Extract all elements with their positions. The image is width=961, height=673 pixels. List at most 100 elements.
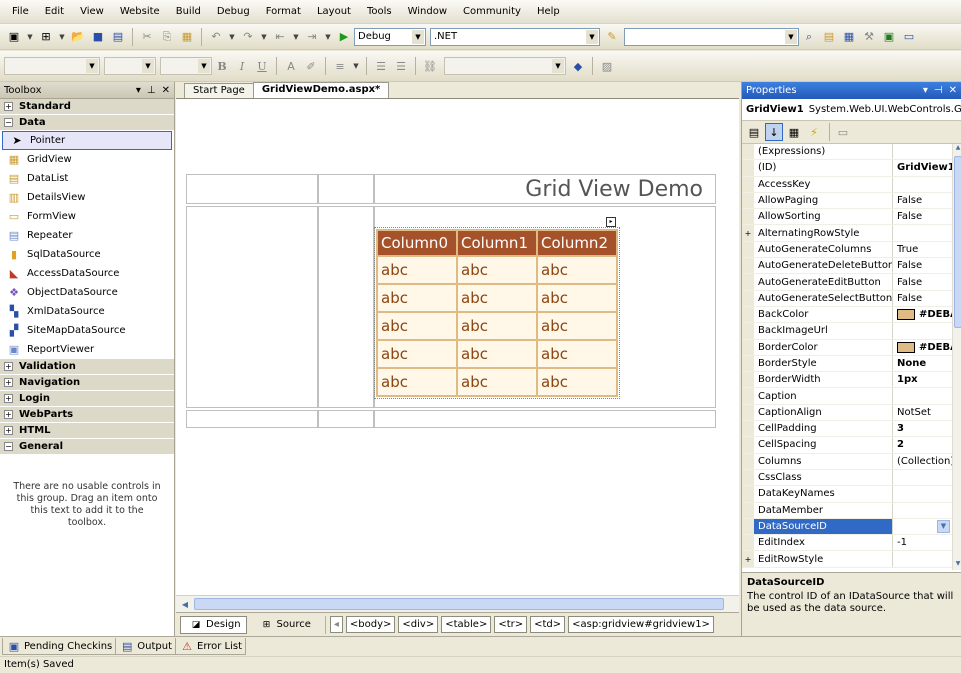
layout-cell[interactable]: [318, 174, 374, 204]
highlight-icon[interactable]: ✐: [303, 58, 319, 74]
save-all-icon[interactable]: ▤: [110, 29, 126, 45]
toolbox-item-reportviewer[interactable]: ▣ ReportViewer: [0, 340, 174, 359]
save-icon[interactable]: ■: [90, 29, 106, 45]
property-row[interactable]: Columns (Collection): [742, 453, 952, 470]
property-row[interactable]: CaptionAlign NotSet: [742, 404, 952, 422]
property-row[interactable]: AllowSorting False: [742, 209, 952, 226]
property-row[interactable]: AutoGenerateColumns True: [742, 241, 952, 259]
paste-icon[interactable]: ▦: [179, 29, 195, 45]
toolbox-category-validation[interactable]: + Validation: [0, 359, 174, 375]
property-value[interactable]: None: [893, 356, 952, 371]
properties-window-icon[interactable]: ▦: [841, 29, 857, 45]
smart-tag-icon[interactable]: ▸: [606, 217, 616, 227]
gridview-control[interactable]: Column0 Column1 Column2 abc abc abc abc abc…: [374, 227, 620, 399]
menu-website[interactable]: Website: [112, 0, 168, 24]
property-value[interactable]: False: [893, 274, 952, 289]
undo-icon[interactable]: ↶: [208, 29, 224, 45]
toolbox-category-standard[interactable]: + Standard: [0, 99, 174, 115]
property-row[interactable]: BorderColor #DEBA: [742, 339, 952, 356]
property-row[interactable]: DataKeyNames: [742, 486, 952, 503]
chevron-down-icon[interactable]: ▼: [785, 29, 797, 44]
cut-icon[interactable]: ✂: [139, 29, 155, 45]
property-row[interactable]: BackColor #DEBA: [742, 306, 952, 324]
style-builder-icon[interactable]: ▨: [599, 58, 615, 74]
solution-config-combo[interactable]: Debug ▼: [354, 27, 426, 46]
property-row[interactable]: (ID) GridView1: [742, 160, 952, 177]
solution-explorer-icon[interactable]: ▤: [821, 29, 837, 45]
design-view-button[interactable]: ◪ Design: [180, 615, 247, 634]
property-value[interactable]: GridView1: [893, 160, 952, 175]
menu-community[interactable]: Community: [455, 0, 529, 24]
property-row[interactable]: CellPadding 3: [742, 421, 952, 438]
property-row[interactable]: DataMember: [742, 502, 952, 519]
collapse-icon[interactable]: −: [4, 442, 13, 451]
close-icon[interactable]: ✕: [949, 85, 957, 96]
scroll-left-icon[interactable]: ◀: [178, 597, 192, 611]
source-view-button[interactable]: ⊞ Source: [250, 615, 317, 634]
expand-icon[interactable]: +: [4, 410, 13, 419]
tab-pending-checkins[interactable]: ▣ Pending Checkins: [2, 638, 117, 655]
toolbox-category-html[interactable]: + HTML: [0, 423, 174, 439]
property-value[interactable]: False: [893, 193, 952, 208]
property-row[interactable]: + AlternatingRowStyle: [742, 225, 952, 242]
chevron-down-icon[interactable]: ▼: [26, 29, 34, 45]
hyperlink-icon[interactable]: ⛓: [422, 58, 438, 74]
horizontal-scrollbar[interactable]: ◀: [176, 595, 739, 612]
toolbox-item-sqldatasource[interactable]: ▮ SqlDataSource: [0, 245, 174, 264]
menu-build[interactable]: Build: [168, 0, 209, 24]
font-size-combo[interactable]: ▼: [160, 57, 212, 75]
property-row[interactable]: BackImageUrl: [742, 323, 952, 340]
pin-icon[interactable]: ⊣: [934, 85, 943, 96]
property-value[interactable]: [893, 388, 952, 403]
menu-file[interactable]: File: [4, 0, 37, 24]
property-value[interactable]: 1px: [893, 372, 952, 387]
property-row[interactable]: DataSourceID ▼: [742, 518, 952, 536]
expand-icon[interactable]: +: [4, 426, 13, 435]
scroll-up-icon[interactable]: ▲: [954, 144, 961, 154]
chevron-down-icon[interactable]: ▼: [324, 29, 332, 45]
property-value[interactable]: [893, 486, 952, 501]
property-value[interactable]: [893, 551, 952, 566]
tab-start-page[interactable]: Start Page: [184, 83, 254, 98]
design-surface[interactable]: Grid View Demo ▸ Column0 Column1 Column2…: [176, 99, 739, 595]
property-row[interactable]: AllowPaging False: [742, 192, 952, 210]
property-row[interactable]: AutoGenerateDeleteButton False: [742, 258, 952, 275]
underline-button[interactable]: U: [254, 58, 270, 74]
redo-icon[interactable]: ↷: [240, 29, 256, 45]
property-row[interactable]: AutoGenerateEditButton False: [742, 274, 952, 291]
menu-debug[interactable]: Debug: [209, 0, 258, 24]
property-value[interactable]: 3: [893, 421, 952, 436]
font-name-combo[interactable]: ▼: [104, 57, 156, 75]
tab-output[interactable]: ▤ Output: [115, 638, 176, 655]
toolbox-item-formview[interactable]: ▭ FormView: [0, 207, 174, 226]
breadcrumb-gridview[interactable]: <asp:gridview#gridview1>: [568, 616, 714, 633]
chevron-down-icon[interactable]: ▾: [923, 85, 928, 96]
copy-icon[interactable]: ⎘: [159, 29, 175, 45]
property-value[interactable]: [893, 503, 952, 518]
layout-cell[interactable]: [186, 206, 318, 408]
expand-icon[interactable]: +: [742, 551, 754, 567]
layout-cell[interactable]: [318, 206, 374, 408]
property-row[interactable]: + EditRowStyle: [742, 551, 952, 568]
chevron-down-icon[interactable]: ▼: [86, 59, 98, 73]
toolbox-category-webparts[interactable]: + WebParts: [0, 407, 174, 423]
tab-gridviewdemo[interactable]: GridViewDemo.aspx*: [252, 82, 390, 98]
chevron-down-icon[interactable]: ▼: [586, 29, 598, 44]
more-windows-icon[interactable]: ▭: [901, 29, 917, 45]
property-row[interactable]: BorderStyle None: [742, 355, 952, 373]
property-value[interactable]: [893, 177, 952, 192]
chevron-down-icon[interactable]: ▼: [352, 58, 360, 74]
property-value[interactable]: NotSet: [893, 405, 952, 420]
property-value[interactable]: 2: [893, 437, 952, 452]
chevron-down-icon[interactable]: ▼: [552, 59, 564, 73]
property-value[interactable]: #DEBA: [893, 340, 952, 355]
close-icon[interactable]: ✕: [162, 85, 170, 96]
style-combo[interactable]: ▼: [444, 57, 566, 75]
toolbox-item-pointer[interactable]: ➤ Pointer: [2, 131, 172, 150]
layout-cell[interactable]: [186, 174, 318, 204]
block-format-combo[interactable]: ▼: [4, 57, 100, 75]
navigate-forward-icon[interactable]: ⇥: [304, 29, 320, 45]
tab-error-list[interactable]: ⚠ Error List: [175, 638, 247, 655]
property-row[interactable]: EditIndex -1: [742, 535, 952, 552]
property-value[interactable]: [893, 225, 952, 240]
